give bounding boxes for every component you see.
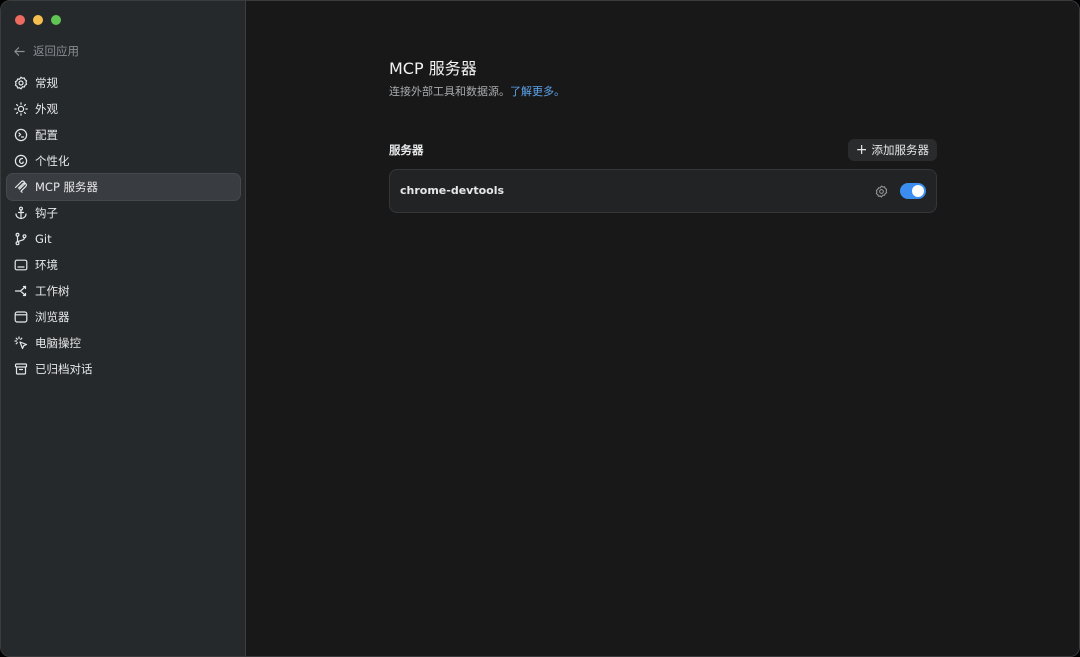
- toggle-knob: [912, 185, 924, 197]
- sun-icon: [14, 102, 28, 116]
- server-name: chrome-devtools: [400, 184, 505, 197]
- add-server-label: 添加服务器: [871, 143, 930, 157]
- settings-nav: 常规 外观 配置 个性化 MCP 服务器 钩子 Git 环境 工作树 浏览器 电…: [7, 70, 240, 382]
- learn-more-link[interactable]: 了解更多。: [510, 85, 565, 98]
- git-branch-icon: [15, 232, 27, 246]
- back-label: 返回应用: [33, 44, 79, 58]
- sidebar-item-label: 电脑操控: [35, 336, 81, 350]
- sidebar-item-label: 外观: [35, 102, 58, 116]
- main-panel: MCP 服务器 连接外部工具和数据源。了解更多。 服务器 + 添加服务器 chr…: [246, 1, 1079, 656]
- sidebar-item-label: 浏览器: [35, 310, 70, 324]
- minimize-window-button[interactable]: [33, 15, 43, 25]
- sidebar-item-label: 配置: [35, 128, 58, 142]
- config-icon: [14, 128, 28, 142]
- gear-icon[interactable]: [875, 185, 888, 198]
- sidebar-item-config[interactable]: 配置: [7, 122, 240, 148]
- sidebar-item-label: Git: [35, 232, 52, 246]
- sidebar-item-computer-control[interactable]: 电脑操控: [7, 330, 240, 356]
- close-window-button[interactable]: [15, 15, 25, 25]
- terminal-icon: [14, 259, 28, 271]
- worktree-icon: [14, 285, 27, 297]
- sidebar-item-worktree[interactable]: 工作树: [7, 278, 240, 304]
- server-enabled-toggle[interactable]: [900, 183, 926, 199]
- sidebar-item-appearance[interactable]: 外观: [7, 96, 240, 122]
- server-row: chrome-devtools: [389, 169, 937, 213]
- sidebar-item-general[interactable]: 常规: [7, 70, 240, 96]
- pointer-click-icon: [14, 336, 28, 350]
- settings-window: 返回应用 常规 外观 配置 个性化 MCP 服务器 钩子 Git 环境 工作树 …: [0, 0, 1080, 657]
- sidebar-item-mcp-servers[interactable]: MCP 服务器: [7, 174, 240, 200]
- servers-section-label: 服务器: [389, 143, 424, 157]
- archive-icon: [14, 363, 28, 375]
- sidebar-item-label: 钩子: [35, 206, 58, 220]
- gear-icon: [14, 76, 28, 90]
- sidebar-item-label: 工作树: [35, 284, 70, 298]
- sidebar-item-browser[interactable]: 浏览器: [7, 304, 240, 330]
- sidebar-item-label: 常规: [35, 76, 58, 90]
- page-subtitle: 连接外部工具和数据源。了解更多。: [389, 83, 565, 99]
- sidebar-item-personalization[interactable]: 个性化: [7, 148, 240, 174]
- browser-icon: [14, 311, 28, 323]
- sidebar-item-environment[interactable]: 环境: [7, 252, 240, 278]
- subtitle-text: 连接外部工具和数据源。: [389, 85, 510, 98]
- page-title: MCP 服务器: [389, 59, 477, 78]
- window-controls: [15, 15, 61, 25]
- maximize-window-button[interactable]: [51, 15, 61, 25]
- sidebar-item-git[interactable]: Git: [7, 226, 240, 252]
- sidebar-item-label: 环境: [35, 258, 58, 272]
- sidebar-item-label: 已归档对话: [35, 362, 93, 376]
- sidebar-item-archived-chats[interactable]: 已归档对话: [7, 356, 240, 382]
- anchor-icon: [15, 206, 27, 220]
- sidebar-item-hooks[interactable]: 钩子: [7, 200, 240, 226]
- sidebar: 返回应用 常规 外观 配置 个性化 MCP 服务器 钩子 Git 环境 工作树 …: [1, 1, 246, 656]
- add-server-button[interactable]: + 添加服务器: [847, 139, 937, 161]
- sidebar-item-label: MCP 服务器: [35, 180, 99, 194]
- plus-icon: +: [855, 142, 868, 158]
- sidebar-item-label: 个性化: [35, 154, 70, 168]
- arrow-left-icon: [14, 46, 25, 56]
- personalize-icon: [14, 154, 28, 168]
- back-to-app-link[interactable]: 返回应用: [13, 42, 79, 60]
- mcp-icon: [14, 180, 27, 193]
